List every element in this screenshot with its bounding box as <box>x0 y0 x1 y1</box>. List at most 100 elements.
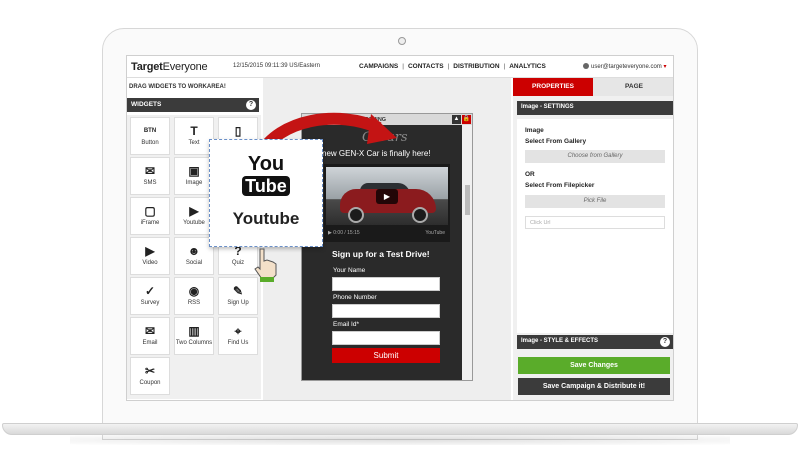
nav-separator: | <box>503 63 506 70</box>
save-changes-button[interactable]: Save Changes <box>518 357 670 374</box>
find-us-icon: ⌖ <box>234 324 242 338</box>
arrow-up-icon[interactable]: ▲ <box>452 115 461 124</box>
camera-icon <box>398 37 406 45</box>
widget-label: Youtube <box>183 220 205 226</box>
wheel-front <box>348 207 364 223</box>
widget-rss[interactable]: ◉ RSS <box>174 277 214 315</box>
widget-label: Image <box>185 180 203 186</box>
style-effects-title: Image - STYLE & EFFECTS <box>521 338 599 344</box>
image-label: Image <box>525 127 544 134</box>
workarea-scrollbar[interactable] <box>462 125 472 380</box>
right-panel-tabs: PROPERTIES PAGE <box>513 78 673 96</box>
youtube-logo-you: You <box>247 153 285 175</box>
two-columns-icon: ▥ <box>188 324 200 338</box>
nav-distribution[interactable]: DISTRIBUTION <box>453 63 499 70</box>
drag-instruction: DRAG WIDGETS TO WORKAREA! <box>129 84 226 90</box>
widget-label: RSS <box>187 300 201 306</box>
sms-icon: ✉ <box>144 164 156 178</box>
scroll-thumb[interactable] <box>465 185 470 215</box>
widget-find-us[interactable]: ⌖ Find Us <box>218 317 258 355</box>
widget-video[interactable]: ▶ Video <box>130 237 170 275</box>
hand-cursor-icon <box>254 248 277 282</box>
youtube-logo-tube: Tube <box>242 176 290 196</box>
image-settings-header[interactable]: Image - SETTINGS <box>517 101 673 115</box>
email-icon: ✉ <box>144 324 156 338</box>
widget-sms[interactable]: ✉ SMS <box>130 157 170 195</box>
widget-label: Video <box>142 260 158 266</box>
widget-two-columns[interactable]: ▥ Two Columns <box>174 317 214 355</box>
save-distribute-button[interactable]: Save Campaign & Distribute it! <box>518 378 670 395</box>
nav-contacts[interactable]: CONTACTS <box>408 63 444 70</box>
caret-down-icon: ▾ <box>663 64 667 70</box>
car-image: ▶ <box>326 167 448 225</box>
logo-bold: Target <box>131 61 163 73</box>
coupon-icon: ✂ <box>144 364 156 378</box>
widget-label: SMS <box>143 180 157 186</box>
widget-label: Two Columns <box>175 340 213 346</box>
widgets-title: WIDGETS <box>131 101 162 108</box>
user-icon <box>583 63 589 69</box>
nav-analytics[interactable]: ANALYTICS <box>509 63 546 70</box>
user-menu[interactable]: user@targeteveryone.com ▾ <box>583 63 666 70</box>
tab-properties[interactable]: PROPERTIES <box>513 78 593 96</box>
pick-file-button[interactable]: Pick File <box>525 195 665 208</box>
click-url-input[interactable]: Click Url <box>525 216 665 229</box>
name-field[interactable] <box>332 277 440 291</box>
widget-label: Button <box>141 140 159 146</box>
widget-social[interactable]: ☻ Social <box>174 237 214 275</box>
mobile-icon: ▯ <box>234 124 242 138</box>
iframe-icon: ▢ <box>144 204 156 218</box>
rss-icon: ◉ <box>188 284 200 298</box>
widget-label: iFrame <box>140 220 160 226</box>
video-controls[interactable]: ▶ 0:00 / 15:15 YouTube <box>326 227 448 239</box>
widget-email[interactable]: ✉ Email <box>130 317 170 355</box>
play-button-icon[interactable]: ▶ <box>328 230 332 236</box>
button-icon: BTN <box>143 128 157 134</box>
social-icon: ☻ <box>187 244 201 258</box>
tab-page[interactable]: PAGE <box>593 78 673 96</box>
submit-button[interactable]: Submit <box>332 348 440 363</box>
lock-icon[interactable]: 🔒 <box>462 115 471 124</box>
laptop-base <box>2 423 798 435</box>
image-settings-title: Image - SETTINGS <box>521 104 574 110</box>
play-icon[interactable]: ▶ <box>376 189 398 204</box>
user-email: user@targeteveryone.com <box>591 64 662 70</box>
datetime: 12/15/2015 09:11:39 US/Eastern <box>233 63 320 69</box>
text-icon: T <box>190 124 198 138</box>
dragged-widget-label: Youtube <box>232 209 300 228</box>
app-screen: TargetEveryone 12/15/2015 09:11:39 US/Ea… <box>126 55 674 401</box>
nav-campaigns[interactable]: CAMPAIGNS <box>359 63 398 70</box>
laptop-shadow <box>70 435 730 445</box>
widget-label: Email <box>142 340 158 346</box>
widget-label: Social <box>185 260 203 266</box>
select-gallery-label: Select From Gallery <box>525 138 587 145</box>
name-label: Your Name <box>333 267 366 274</box>
widget-iframe[interactable]: ▢ iFrame <box>130 197 170 235</box>
widget-label: Sign Up <box>227 300 249 306</box>
phone-field[interactable] <box>332 304 440 318</box>
widgets-header: WIDGETS ? <box>127 98 259 112</box>
youtube-video[interactable]: ▶ ▶ 0:00 / 15:15 YouTube <box>324 164 450 242</box>
widget-button[interactable]: BTN Button <box>130 117 170 155</box>
dragged-youtube-widget[interactable]: You Tube Youtube <box>209 139 323 247</box>
widget-text[interactable]: T Text <box>174 117 214 155</box>
widget-coupon[interactable]: ✂ Coupon <box>130 357 170 395</box>
image-settings-card: Image Select From Gallery Choose from Ga… <box>517 119 673 333</box>
top-nav: CAMPAIGNS | CONTACTS | DISTRIBUTION | ANALYTIC… <box>359 63 546 70</box>
widget-label: Find Us <box>227 340 249 346</box>
widget-image[interactable]: ▣ Image <box>174 157 214 195</box>
email-field[interactable] <box>332 331 440 345</box>
wheel-back <box>412 207 428 223</box>
widget-survey[interactable]: ✓ Survey <box>130 277 170 315</box>
logo-light: Everyone <box>162 61 208 73</box>
video-icon: ▶ <box>145 244 155 258</box>
email-label: Email Id* <box>333 321 360 328</box>
logo[interactable]: TargetEveryone <box>131 61 208 73</box>
help-icon[interactable]: ? <box>660 337 670 347</box>
widget-youtube[interactable]: ▶ Youtube <box>174 197 214 235</box>
select-filepicker-label: Select From Filepicker <box>525 182 595 189</box>
style-effects-header[interactable]: Image - STYLE & EFFECTS ? <box>517 335 673 349</box>
form-title: Sign up for a Test Drive! <box>332 249 430 259</box>
choose-gallery-button[interactable]: Choose from Gallery <box>525 150 665 163</box>
phone-label: Phone Number <box>333 294 377 301</box>
